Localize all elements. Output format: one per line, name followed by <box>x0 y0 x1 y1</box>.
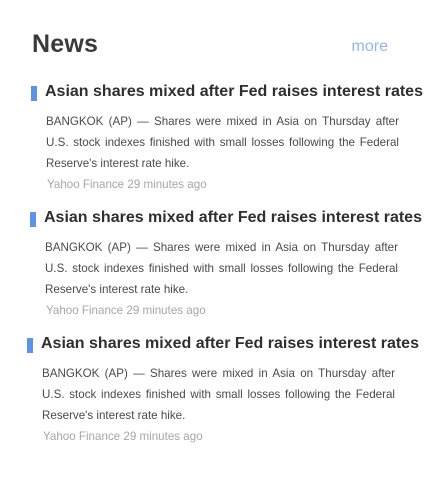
news-headline[interactable]: Asian shares mixed after Fed raises inte… <box>44 209 422 227</box>
news-item-header: Asian shares mixed after Fed raises inte… <box>31 83 423 104</box>
news-headline[interactable]: Asian shares mixed after Fed raises inte… <box>41 335 419 353</box>
news-meta: Yahoo Finance 29 minutes ago <box>47 178 399 191</box>
news-source: Yahoo Finance <box>43 430 121 443</box>
news-title: News <box>32 30 99 58</box>
news-header: News more <box>32 30 388 62</box>
news-summary: BANGKOK (AP) — Shares were mixed in Asia… <box>46 115 399 170</box>
news-item[interactable]: Asian shares mixed after Fed raises inte… <box>27 335 419 443</box>
accent-bar <box>30 212 36 227</box>
news-source: Yahoo Finance <box>47 178 125 191</box>
news-source: Yahoo Finance <box>46 304 124 317</box>
news-meta: Yahoo Finance 29 minutes ago <box>43 430 395 443</box>
news-time: 29 minutes ago <box>123 430 203 443</box>
news-item-header: Asian shares mixed after Fed raises inte… <box>30 209 422 230</box>
news-meta: Yahoo Finance 29 minutes ago <box>46 304 398 317</box>
news-headline[interactable]: Asian shares mixed after Fed raises inte… <box>45 83 423 101</box>
news-summary: BANGKOK (AP) — Shares were mixed in Asia… <box>45 241 398 296</box>
accent-bar <box>27 338 33 353</box>
news-summary: BANGKOK (AP) — Shares were mixed in Asia… <box>42 367 395 422</box>
news-item-header: Asian shares mixed after Fed raises inte… <box>27 335 419 356</box>
news-item[interactable]: Asian shares mixed after Fed raises inte… <box>30 209 422 317</box>
news-time: 29 minutes ago <box>126 304 206 317</box>
more-link[interactable]: more <box>352 38 388 56</box>
accent-bar <box>31 86 37 101</box>
news-item[interactable]: Asian shares mixed after Fed raises inte… <box>31 83 423 191</box>
news-time: 29 minutes ago <box>127 178 207 191</box>
